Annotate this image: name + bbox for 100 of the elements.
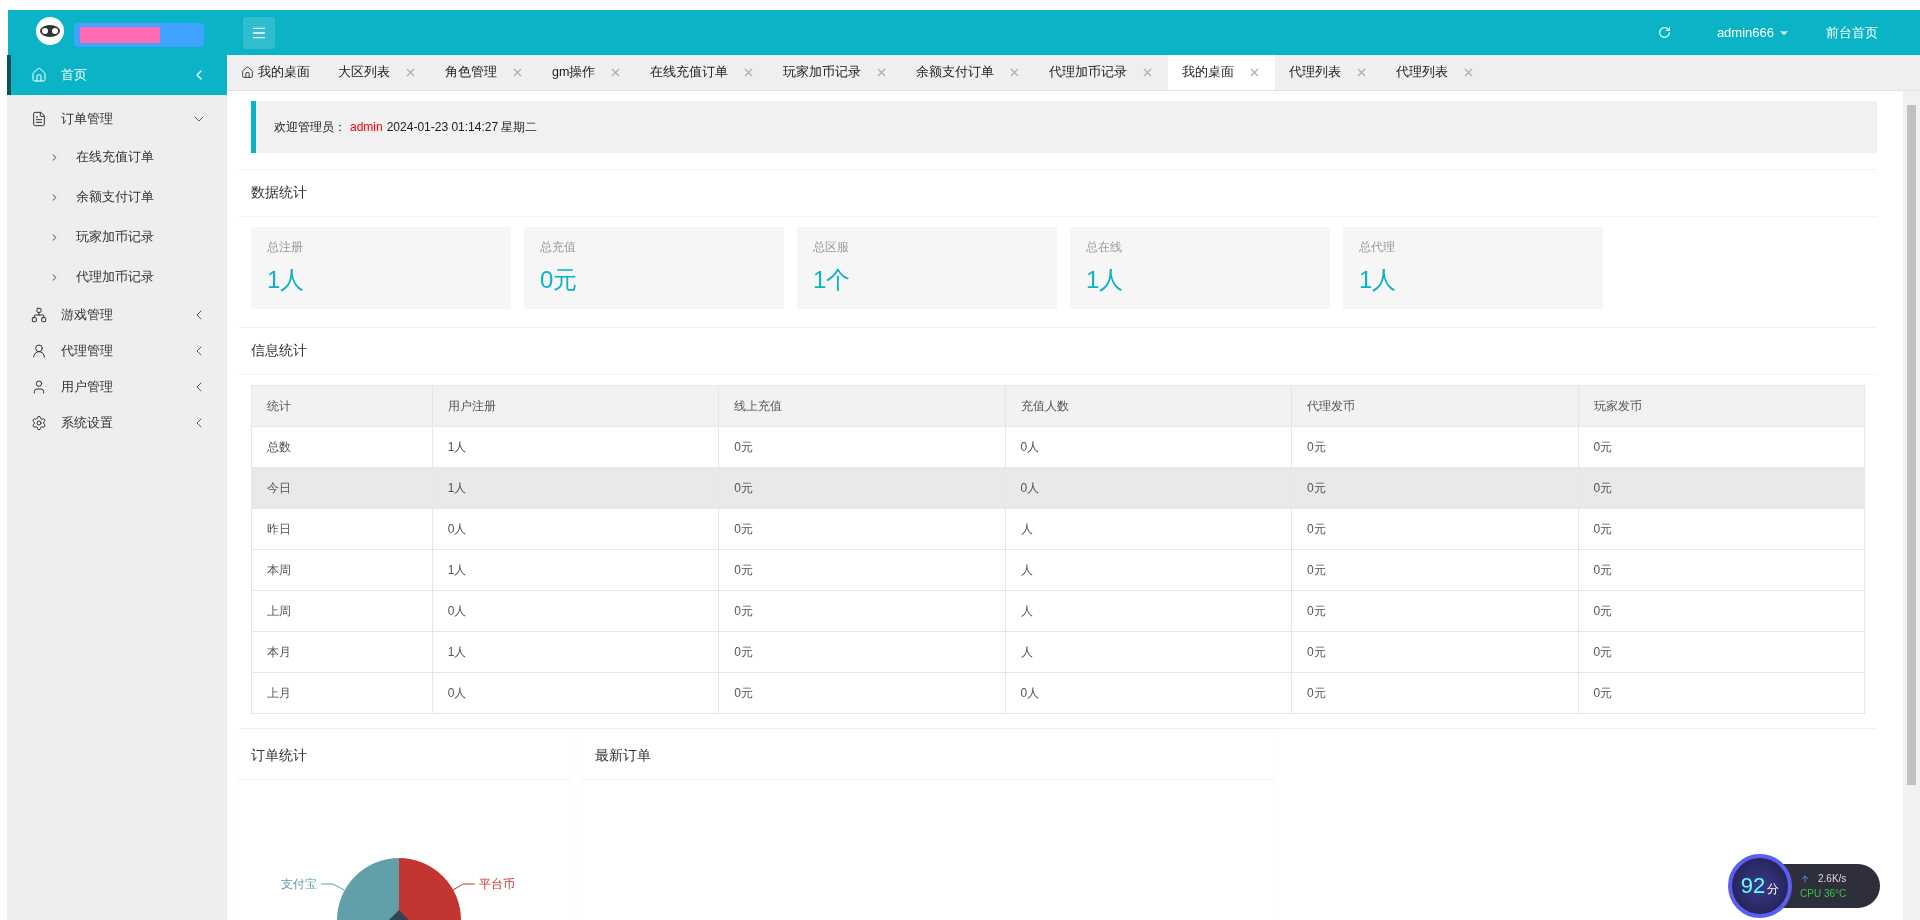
- tab[interactable]: 代理列表: [1275, 55, 1383, 90]
- table-cell: 0元: [1291, 672, 1578, 714]
- table-cell: 0元: [1291, 467, 1578, 509]
- tab[interactable]: 代理列表: [1382, 55, 1490, 90]
- stat-value: 1人: [267, 265, 306, 295]
- tab[interactable]: 角色管理: [431, 55, 538, 90]
- table-cell: 0元: [1291, 549, 1578, 591]
- table-cell: 0人: [1005, 467, 1292, 509]
- table-cell: 人: [1005, 508, 1292, 550]
- section-title: 信息统计: [239, 328, 1877, 375]
- settings-icon: [31, 415, 47, 431]
- menu-button[interactable]: [243, 16, 275, 49]
- table-cell: 1人: [432, 631, 719, 673]
- table-cell: 上月: [251, 672, 433, 714]
- table-cell: 1人: [432, 426, 719, 468]
- tab[interactable]: 我的桌面: [227, 55, 324, 90]
- section-title: 订单统计: [239, 733, 569, 780]
- table-cell: 0元: [718, 467, 1006, 509]
- table-cell: 0元: [1291, 508, 1578, 550]
- score-text: 92: [1740, 873, 1766, 899]
- stat-value: 0元: [540, 265, 579, 295]
- table-cell: 0元: [718, 508, 1006, 550]
- sidebar-item[interactable]: 用户管理: [7, 369, 227, 405]
- section-title: 最新订单: [583, 733, 1273, 780]
- tab[interactable]: 代理加币记录: [1035, 55, 1169, 90]
- home-icon: [241, 66, 254, 79]
- column-header: 充值人数: [1005, 385, 1292, 427]
- table-cell: 1人: [432, 549, 719, 591]
- column-header: 统计: [251, 385, 433, 427]
- user-icon: [31, 379, 47, 395]
- table-cell: 0元: [1578, 590, 1865, 632]
- column-header: 玩家发币: [1578, 385, 1865, 427]
- speed-text: 2.6K/s: [1800, 873, 1880, 884]
- document-icon: [31, 111, 47, 127]
- table-cell: 今日: [251, 467, 433, 509]
- leader-line: [320, 883, 345, 891]
- cpu-text: CPU 36°C: [1800, 888, 1848, 899]
- table-cell: 0元: [1578, 426, 1865, 468]
- tab[interactable]: 余额支付订单: [902, 55, 1036, 90]
- user-icon: [31, 343, 47, 359]
- table-cell: 总数: [251, 426, 433, 468]
- sidebar-subitem[interactable]: 余额支付订单: [7, 177, 227, 217]
- column-header: 用户注册: [432, 385, 719, 427]
- table-cell: 人: [1005, 549, 1292, 591]
- table-cell: 0元: [718, 672, 1006, 714]
- stat-label: 总在线: [1086, 239, 1123, 256]
- table-cell: 0人: [432, 672, 719, 714]
- tab[interactable]: 在线充值订单: [636, 55, 770, 90]
- table-cell: 人: [1005, 590, 1292, 632]
- table-cell: 0人: [1005, 672, 1292, 714]
- sidebar-item[interactable]: 订单管理: [7, 101, 227, 137]
- table-cell: 0元: [1578, 631, 1865, 673]
- stat-label: 总区服: [813, 239, 850, 256]
- close-icon[interactable]: [511, 66, 524, 79]
- table-cell: 0元: [1578, 508, 1865, 550]
- welcome-text: 欢迎管理员： admin 2024-01-23 01:14:27 星期二: [274, 118, 538, 136]
- table-cell: 0人: [1005, 426, 1292, 468]
- unit-text: 分: [1767, 880, 1780, 898]
- table-cell: 0人: [432, 590, 719, 632]
- scrollbar[interactable]: [1903, 91, 1920, 920]
- sidebar-item[interactable]: 系统设置: [7, 405, 227, 441]
- home-icon: [31, 67, 47, 83]
- stat-value: 1人: [1086, 265, 1125, 295]
- stat-label: 总注册: [267, 239, 304, 256]
- table-cell: 1人: [432, 467, 719, 509]
- close-icon[interactable]: [404, 66, 417, 79]
- sidebar-item[interactable]: 游戏管理: [7, 297, 227, 333]
- sidebar-subitem[interactable]: 玩家加币记录: [7, 217, 227, 257]
- sidebar-subitem[interactable]: 在线充值订单: [7, 137, 227, 177]
- table-cell: 0元: [1578, 549, 1865, 591]
- refresh-icon[interactable]: [1657, 26, 1671, 39]
- stat-value: 1个: [813, 265, 852, 295]
- section-title: 数据统计: [239, 170, 1877, 217]
- table-cell: 人: [1005, 631, 1292, 673]
- column-header: 代理发币: [1291, 385, 1578, 427]
- table-cell: 0元: [1578, 467, 1865, 509]
- table-cell: 0元: [718, 590, 1006, 632]
- sidebar-subitem[interactable]: 代理加币记录: [7, 257, 227, 297]
- tab[interactable]: 大区列表: [324, 55, 431, 90]
- table-cell: 0元: [718, 549, 1006, 591]
- table-cell: 0元: [1578, 672, 1865, 714]
- table-cell: 本周: [251, 549, 433, 591]
- table-cell: 0元: [1291, 590, 1578, 632]
- table-cell: 0元: [718, 426, 1006, 468]
- stat-label: 总代理: [1359, 239, 1396, 256]
- sidebar-item[interactable]: 代理管理: [7, 333, 227, 369]
- table-cell: 0元: [718, 631, 1006, 673]
- table-cell: 0人: [432, 508, 719, 550]
- table-cell: 0元: [1291, 426, 1578, 468]
- tab[interactable]: 我的桌面: [1168, 55, 1276, 90]
- pie-label: 支付宝: [281, 877, 317, 891]
- hierarchy-icon: [31, 307, 47, 323]
- table-cell: 0元: [1291, 631, 1578, 673]
- stat-value: 1人: [1359, 265, 1398, 295]
- table-cell: 昨日: [251, 508, 433, 550]
- stat-label: 总充值: [540, 239, 577, 256]
- leader-line: [452, 883, 476, 891]
- table-cell: 上周: [251, 590, 433, 632]
- tab[interactable]: gm操作: [538, 55, 637, 90]
- tab[interactable]: 玩家加币记录: [769, 55, 903, 90]
